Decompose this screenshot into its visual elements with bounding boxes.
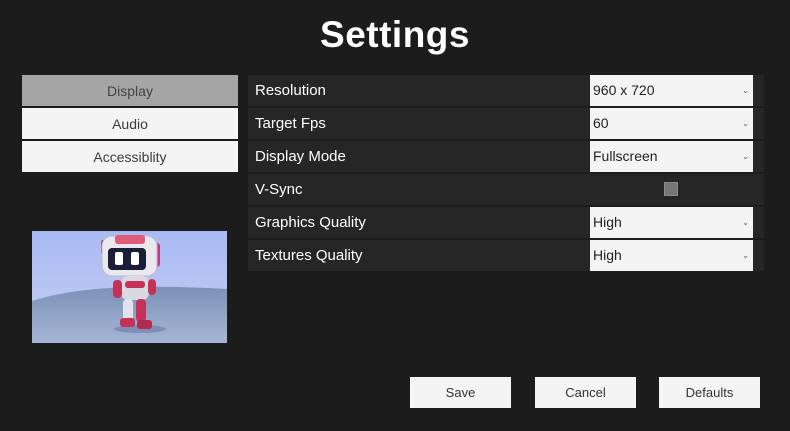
setting-row-graphics-quality: Graphics Quality High ⌄ — [248, 207, 764, 238]
setting-row-resolution: Resolution 960 x 720 ⌄ — [248, 75, 764, 106]
chevron-down-icon: ⌄ — [742, 251, 749, 260]
character-preview-image — [32, 231, 227, 343]
graphics-quality-label: Graphics Quality — [255, 214, 366, 231]
display-mode-dropdown[interactable]: Fullscreen ⌄ — [590, 141, 753, 172]
target-fps-value: 60 — [593, 115, 609, 131]
cancel-button[interactable]: Cancel — [535, 377, 636, 408]
display-mode-label: Display Mode — [255, 148, 346, 165]
target-fps-label: Target Fps — [255, 115, 326, 132]
vsync-checkbox[interactable] — [664, 182, 678, 196]
resolution-dropdown[interactable]: 960 x 720 ⌄ — [590, 75, 753, 106]
vsync-label: V-Sync — [255, 181, 303, 198]
resolution-value: 960 x 720 — [593, 82, 655, 98]
resolution-label: Resolution — [255, 82, 326, 99]
chevron-down-icon: ⌄ — [742, 119, 749, 128]
settings-screen: Settings Display Audio Accessiblity Reso… — [0, 0, 790, 431]
graphics-quality-dropdown[interactable]: High ⌄ — [590, 207, 753, 238]
page-title: Settings — [320, 14, 470, 55]
chevron-down-icon: ⌄ — [742, 152, 749, 161]
target-fps-dropdown[interactable]: 60 ⌄ — [590, 108, 753, 139]
textures-quality-value: High — [593, 247, 622, 263]
settings-tabs: Display Audio Accessiblity — [22, 75, 238, 174]
tab-display[interactable]: Display — [22, 75, 238, 106]
graphics-quality-value: High — [593, 214, 622, 230]
setting-row-display-mode: Display Mode Fullscreen ⌄ — [248, 141, 764, 172]
setting-row-textures-quality: Textures Quality High ⌄ — [248, 240, 764, 271]
tab-audio[interactable]: Audio — [22, 108, 238, 139]
chevron-down-icon: ⌄ — [742, 86, 749, 95]
display-settings-list: Resolution 960 x 720 ⌄ Target Fps 60 ⌄ D… — [248, 75, 764, 273]
defaults-button[interactable]: Defaults — [659, 377, 760, 408]
setting-row-vsync: V-Sync — [248, 174, 764, 205]
textures-quality-dropdown[interactable]: High ⌄ — [590, 240, 753, 271]
chevron-down-icon: ⌄ — [742, 218, 749, 227]
save-button[interactable]: Save — [410, 377, 511, 408]
display-mode-value: Fullscreen — [593, 148, 658, 164]
setting-row-target-fps: Target Fps 60 ⌄ — [248, 108, 764, 139]
tab-accessibility[interactable]: Accessiblity — [22, 141, 238, 172]
textures-quality-label: Textures Quality — [255, 247, 363, 264]
robot-preview-illustration — [32, 231, 227, 343]
